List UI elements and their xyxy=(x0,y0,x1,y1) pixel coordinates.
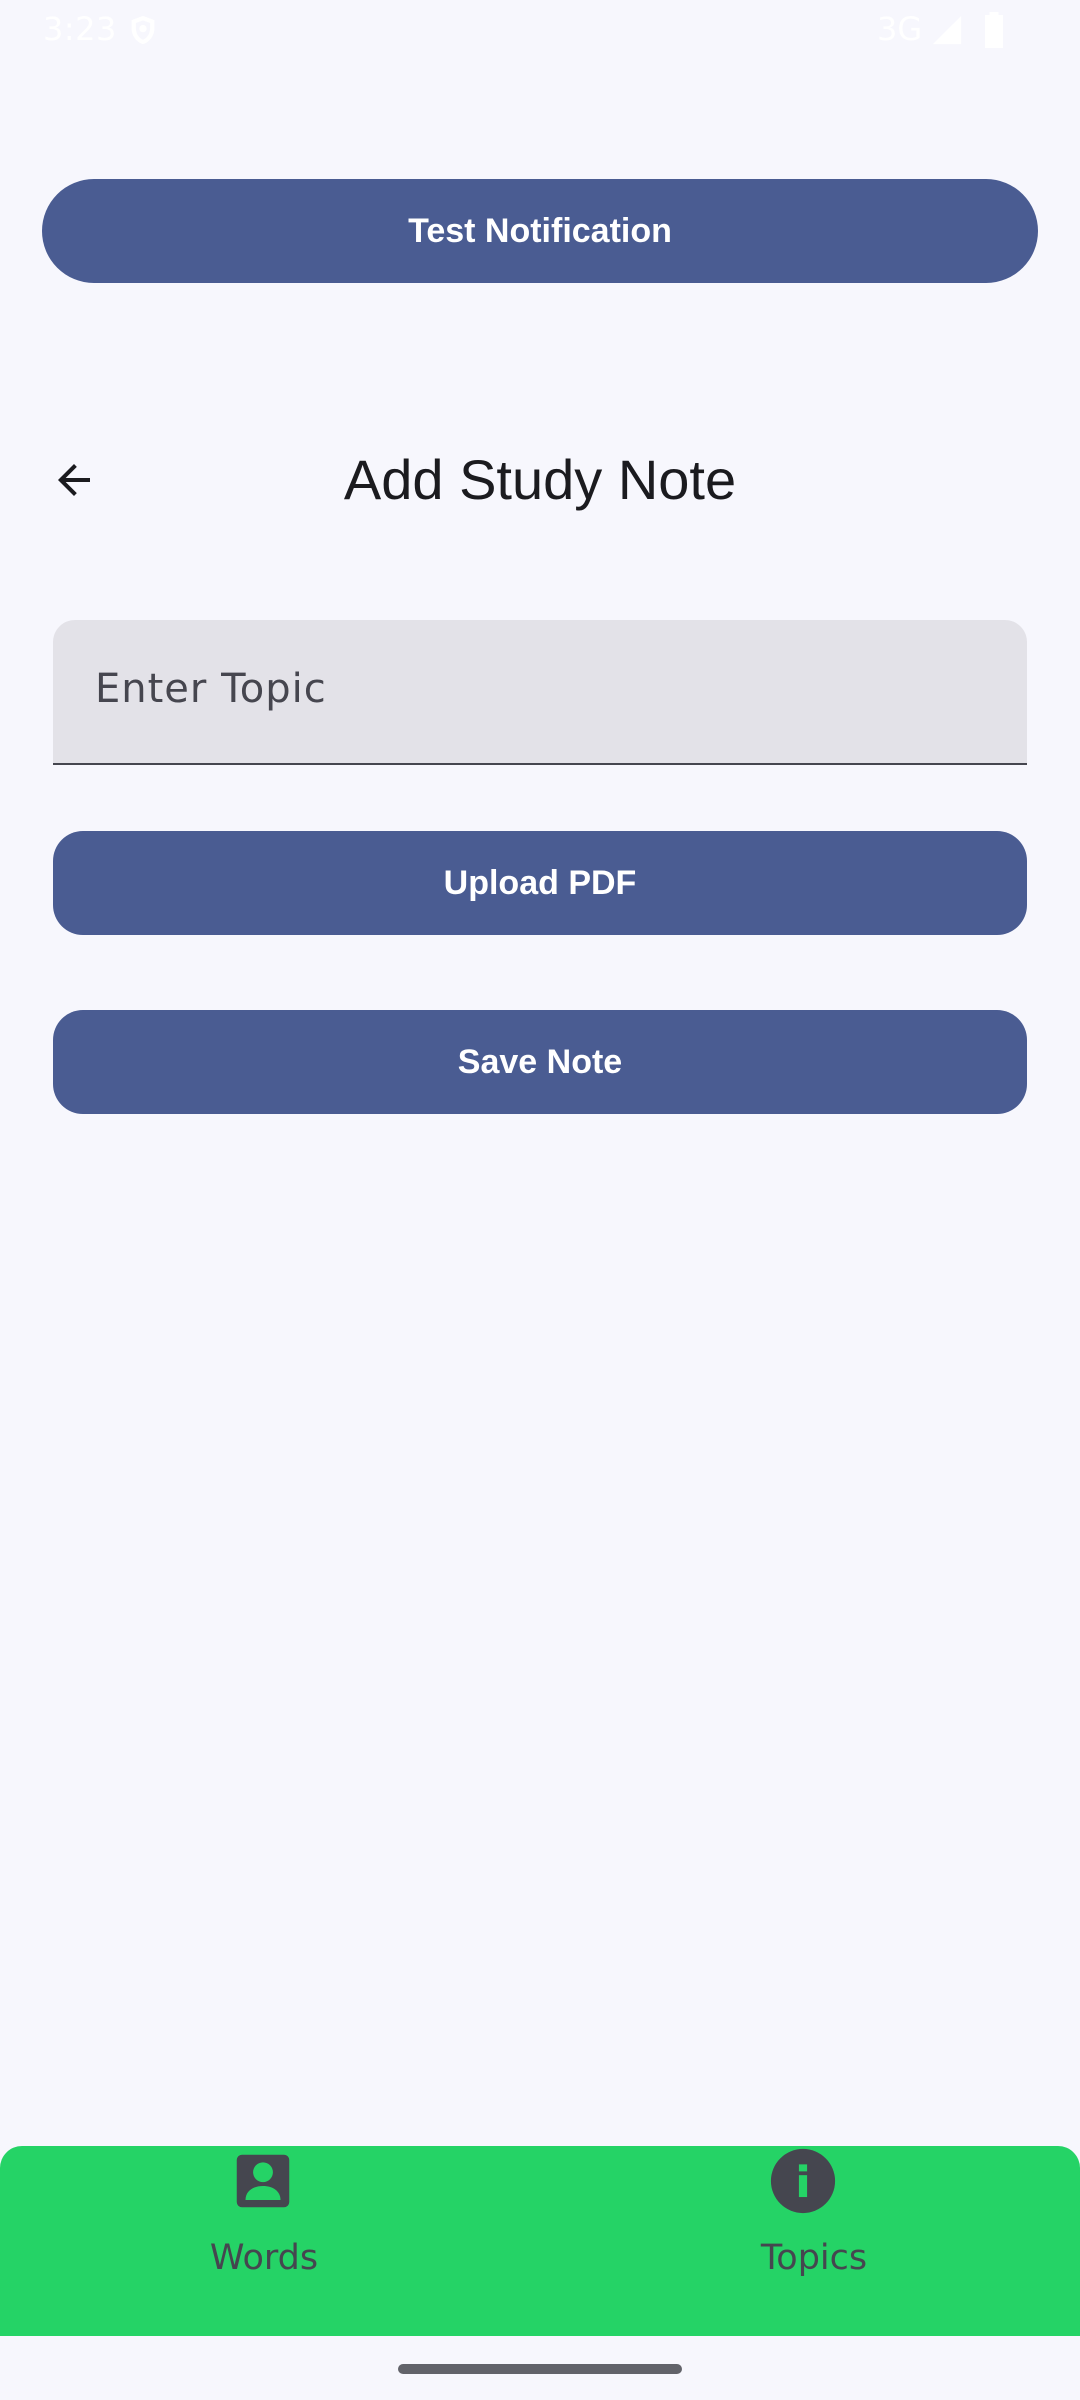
signal-icon xyxy=(932,15,962,45)
topic-field[interactable] xyxy=(53,620,1027,765)
battery-icon xyxy=(985,12,1003,48)
nav-label-words: Words xyxy=(209,2238,319,2278)
shield-icon xyxy=(131,15,155,45)
network-type-label: 3G xyxy=(877,10,923,48)
bottom-navigation: Words Topics xyxy=(0,2146,1080,2336)
info-icon xyxy=(770,2148,836,2214)
upload-pdf-button[interactable]: Upload PDF xyxy=(53,831,1027,935)
page-title: Add Study Note xyxy=(343,448,737,511)
test-notification-button[interactable]: Test Notification xyxy=(42,179,1038,283)
nav-item-topics[interactable]: Topics xyxy=(540,2146,1080,2336)
status-bar: 3:23 3G xyxy=(0,0,1080,62)
gesture-bar[interactable] xyxy=(398,2364,682,2374)
person-icon xyxy=(236,2154,290,2208)
save-note-button[interactable]: Save Note xyxy=(53,1010,1027,1114)
nav-item-words[interactable]: Words xyxy=(0,2146,540,2336)
topic-input[interactable] xyxy=(95,660,985,718)
nav-label-topics: Topics xyxy=(760,2238,868,2278)
status-time: 3:23 xyxy=(43,10,117,48)
